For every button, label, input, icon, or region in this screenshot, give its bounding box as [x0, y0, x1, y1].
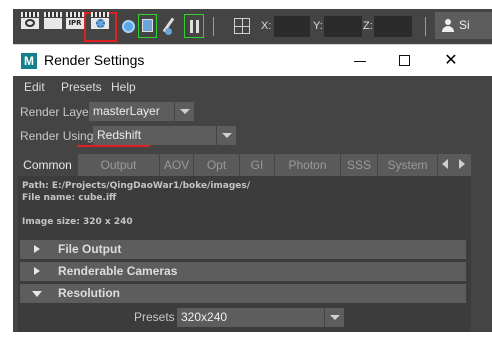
- collapse-arrow-icon: [32, 291, 42, 297]
- x-field[interactable]: [274, 16, 310, 37]
- menu-help[interactable]: Help: [111, 80, 136, 94]
- render-settings-icon[interactable]: [91, 12, 109, 29]
- chevron-down-icon: [174, 102, 194, 121]
- section-label: Resolution: [58, 286, 120, 300]
- snap-icon[interactable]: [234, 18, 250, 34]
- tab-photon[interactable]: Photon: [275, 154, 341, 176]
- x-label: X:: [261, 20, 272, 32]
- tab-sss[interactable]: SSS: [341, 154, 378, 176]
- maximize-button[interactable]: [395, 51, 415, 71]
- tab-scroll-left-icon[interactable]: [442, 159, 448, 169]
- minimize-button[interactable]: [350, 51, 370, 71]
- tab-system[interactable]: System: [378, 154, 438, 176]
- close-icon: ✕: [444, 52, 458, 69]
- section-renderable-cameras[interactable]: Renderable Cameras: [20, 262, 466, 281]
- section-label: Renderable Cameras: [58, 264, 178, 278]
- presets-value: 320x240: [181, 310, 228, 324]
- tab-gi[interactable]: GI: [240, 154, 275, 176]
- z-label: Z:: [363, 20, 373, 32]
- render-using-value: Redshift: [97, 128, 142, 142]
- y-field[interactable]: [324, 16, 362, 37]
- image-size-text: Image size: 320 x 240: [22, 217, 133, 227]
- chevron-down-icon: [216, 126, 236, 145]
- maya-logo-icon: M: [21, 53, 37, 69]
- toolbar-divider: [425, 17, 426, 36]
- toolbar-divider: [213, 17, 214, 36]
- minimize-icon: [354, 61, 366, 62]
- tab-opt[interactable]: Opt: [194, 154, 240, 176]
- section-label: File Output: [58, 242, 122, 256]
- ipr-render-icon[interactable]: IPR: [66, 12, 84, 29]
- tab-aov[interactable]: AOV: [160, 154, 194, 176]
- render-layer-dropdown[interactable]: masterLayer: [89, 102, 194, 121]
- hypershade-icon[interactable]: [122, 20, 135, 33]
- expand-arrow-icon: [34, 267, 40, 275]
- section-resolution[interactable]: Resolution: [20, 284, 466, 303]
- tab-scroll-right-icon[interactable]: [459, 159, 465, 169]
- tab-common[interactable]: Common: [18, 154, 78, 176]
- resolution-presets-dropdown[interactable]: 320x240: [177, 308, 344, 327]
- render-settings-panel: Edit Presets Help Render Layer masterLay…: [13, 76, 492, 332]
- status-line-toolbar: IPR X: Y: Z: Si: [13, 9, 492, 44]
- render-using-dropdown[interactable]: Redshift: [93, 126, 236, 145]
- render-setup-icon[interactable]: [138, 14, 157, 38]
- light-editor-icon[interactable]: [162, 14, 181, 38]
- close-button[interactable]: ✕: [441, 51, 461, 71]
- y-label: Y:: [313, 20, 323, 32]
- render-using-label: Render Using: [20, 129, 94, 143]
- z-field[interactable]: [374, 16, 412, 37]
- file-name-text: File name: cube.iff: [22, 193, 117, 203]
- sign-in-button[interactable]: Si: [435, 12, 492, 39]
- pause-viewport-icon[interactable]: [184, 14, 204, 38]
- presets-label: Presets: [134, 310, 175, 324]
- window-title-bar: M Render Settings ✕: [13, 44, 492, 76]
- chevron-down-icon: [324, 308, 344, 327]
- tab-output[interactable]: Output: [78, 154, 160, 176]
- menu-edit[interactable]: Edit: [24, 80, 45, 94]
- sign-in-label: Si: [459, 18, 470, 32]
- expand-arrow-icon: [34, 245, 40, 253]
- menu-presets[interactable]: Presets: [61, 80, 102, 94]
- redshift-underline-annotation: [77, 145, 150, 147]
- render-current-frame-icon[interactable]: [44, 12, 62, 29]
- maximize-icon: [399, 55, 410, 66]
- user-icon: [442, 19, 454, 32]
- image-path-text: Path: E:/Projects/QingDaoWar1/boke/image…: [22, 181, 251, 191]
- tab-bar: Common Output AOV Opt GI Photon SSS Syst…: [18, 154, 471, 176]
- render-layer-value: masterLayer: [93, 104, 160, 118]
- common-tab-content: Path: E:/Projects/QingDaoWar1/boke/image…: [18, 176, 471, 332]
- render-view-icon[interactable]: [21, 12, 39, 29]
- window-title: Render Settings: [44, 52, 145, 68]
- section-file-output[interactable]: File Output: [20, 240, 466, 259]
- render-layer-label: Render Layer: [20, 105, 93, 119]
